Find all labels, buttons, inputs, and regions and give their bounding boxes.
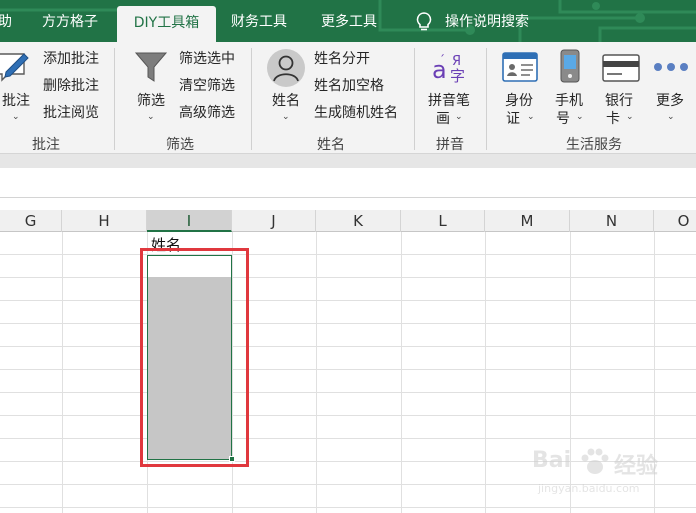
- filter-big-label: 筛选: [137, 93, 165, 109]
- grid-row-line: [0, 300, 696, 301]
- baidu-jingyan-watermark: Bai 经验 jingyan.baidu.com: [532, 446, 692, 506]
- generate-random-name-button[interactable]: 生成随机姓名: [314, 104, 398, 122]
- grid-row-line: [0, 323, 696, 324]
- watermark-brand: Bai: [532, 448, 572, 473]
- pinyin-group-label: 拼音: [436, 137, 464, 153]
- tab-diy-toolbox[interactable]: DIY工具箱: [117, 6, 216, 42]
- grid-row-line: [0, 415, 696, 416]
- svg-text:字: 字: [450, 67, 465, 84]
- column-header-o[interactable]: O: [654, 210, 696, 232]
- filter-group-label: 筛选: [166, 137, 194, 153]
- svg-text:´: ´: [439, 53, 445, 67]
- chevron-down-icon: ⌄: [12, 112, 20, 122]
- split-name-button[interactable]: 姓名分开: [314, 50, 370, 68]
- mobile-label-line2: 号: [556, 111, 570, 127]
- chevron-down-icon: ⌄: [282, 112, 290, 122]
- more-dots-icon: [654, 63, 688, 71]
- column-header-n[interactable]: N: [570, 210, 654, 232]
- column-header-g[interactable]: G: [0, 210, 62, 232]
- grid-column-line: [401, 232, 402, 513]
- highlight-box: [140, 248, 249, 467]
- funnel-icon: [134, 52, 168, 82]
- formula-gap: [0, 198, 696, 210]
- bank-card-label-line1: 银行: [605, 93, 633, 109]
- column-header-row: G H I J K L M N O: [0, 210, 696, 232]
- ribbon-bottom-gap: [0, 154, 696, 168]
- paw-icon: [581, 448, 609, 474]
- tab-fangfang-gezi[interactable]: 方方格子: [42, 0, 98, 42]
- grid-row-line: [0, 254, 696, 255]
- pinyin-icon: a ´ Я 字: [432, 53, 465, 84]
- ribbon-tab-bar: 助 方方格子 DIY工具箱 财务工具 更多工具 操作说明搜索: [0, 0, 696, 42]
- grid-row-line: [0, 369, 696, 370]
- column-header-m[interactable]: M: [485, 210, 570, 232]
- id-card-label-line1: 身份: [505, 93, 533, 109]
- ribbon: 批注 ⌄ 添加批注 删除批注 批注阅览 批注 筛选 ⌄ 筛选选中 清空筛选 高级…: [0, 42, 696, 154]
- add-comment-button[interactable]: 添加批注: [43, 50, 99, 68]
- group-separator: [486, 48, 487, 150]
- chevron-down-icon: ⌄: [576, 112, 584, 122]
- id-card-label-line2: 证: [506, 111, 520, 127]
- name-big-label: 姓名: [272, 93, 300, 109]
- formula-bar[interactable]: [0, 168, 696, 198]
- tab-more-tools[interactable]: 更多工具: [321, 0, 377, 42]
- comment-pen-icon: [0, 53, 29, 82]
- column-header-i[interactable]: I: [147, 210, 232, 232]
- watermark-url: jingyan.baidu.com: [538, 482, 640, 495]
- chevron-down-icon: ⌄: [667, 112, 675, 122]
- column-header-h[interactable]: H: [62, 210, 147, 232]
- person-icon: [267, 49, 305, 87]
- bank-card-icon: [602, 54, 640, 82]
- column-header-l[interactable]: L: [401, 210, 485, 232]
- grid-row-line: [0, 392, 696, 393]
- clear-filter-button[interactable]: 清空筛选: [179, 77, 235, 95]
- grid-column-line: [316, 232, 317, 513]
- tab-finance-tools[interactable]: 财务工具: [231, 0, 287, 42]
- lightbulb-icon: [416, 12, 432, 31]
- grid-row-line: [0, 438, 696, 439]
- id-card-icon: [502, 52, 538, 82]
- group-separator: [414, 48, 415, 150]
- mobile-label-line1: 手机: [555, 93, 583, 109]
- chevron-down-icon: ⌄: [527, 112, 535, 122]
- name-add-space-button[interactable]: 姓名加空格: [314, 77, 384, 95]
- delete-comment-button[interactable]: 删除批注: [43, 77, 99, 95]
- tell-me-search[interactable]: 操作说明搜索: [445, 0, 529, 42]
- grid-column-line: [485, 232, 486, 513]
- pinyin-label-line2: 画: [436, 111, 450, 127]
- grid-column-line: [62, 232, 63, 513]
- chevron-down-icon: ⌄: [626, 112, 634, 122]
- bank-card-label-line2: 卡: [606, 111, 620, 127]
- pinyin-label-line1: 拼音笔: [428, 93, 470, 109]
- grid-row-line: [0, 346, 696, 347]
- chevron-down-icon: ⌄: [455, 112, 463, 122]
- advanced-filter-button[interactable]: 高级筛选: [179, 104, 235, 122]
- comment-group-label: 批注: [32, 137, 60, 153]
- mobile-phone-icon: [560, 49, 580, 83]
- watermark-brand2: 经验: [614, 454, 659, 479]
- more-services-label: 更多: [656, 93, 684, 109]
- grid-row-line: [0, 277, 696, 278]
- comment-big-label: 批注: [2, 93, 30, 109]
- life-services-group-label: 生活服务: [566, 137, 622, 153]
- chevron-down-icon: ⌄: [147, 112, 155, 122]
- group-separator: [251, 48, 252, 150]
- filter-selected-button[interactable]: 筛选选中: [179, 50, 235, 68]
- tab-help[interactable]: 助: [0, 0, 20, 42]
- browse-comment-button[interactable]: 批注阅览: [43, 104, 99, 122]
- grid-row-line: [0, 507, 696, 508]
- column-header-k[interactable]: K: [316, 210, 401, 232]
- column-header-j[interactable]: J: [232, 210, 316, 232]
- name-group-label: 姓名: [317, 137, 345, 153]
- group-separator: [114, 48, 115, 150]
